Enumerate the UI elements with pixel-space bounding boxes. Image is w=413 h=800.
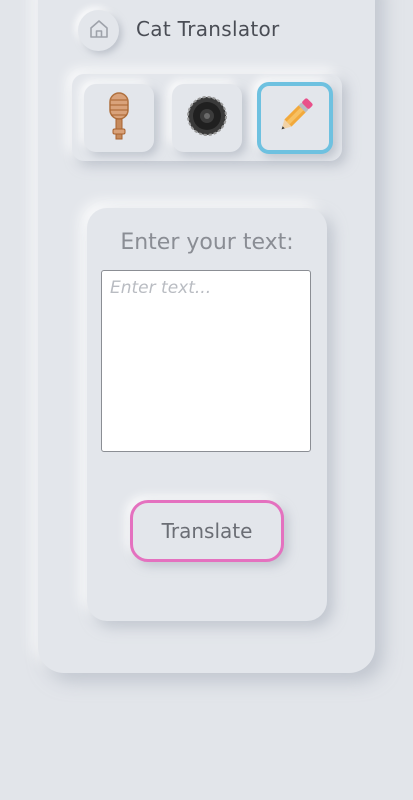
home-button[interactable]: [78, 10, 119, 51]
speaker-icon: [185, 94, 229, 142]
input-heading: Enter your text:: [120, 230, 294, 255]
text-mode-button[interactable]: [257, 82, 333, 154]
text-input-card: Enter your text: Translate: [87, 208, 327, 621]
microphone-icon: [104, 91, 134, 145]
translate-button[interactable]: Translate: [130, 500, 284, 562]
text-input[interactable]: [101, 270, 311, 452]
microphone-mode-button[interactable]: [84, 84, 154, 152]
pencil-icon: [272, 93, 318, 143]
speaker-mode-button[interactable]: [172, 84, 242, 152]
app-title: Cat Translator: [136, 17, 280, 41]
home-icon: [88, 18, 110, 44]
mode-selector: [72, 74, 342, 161]
